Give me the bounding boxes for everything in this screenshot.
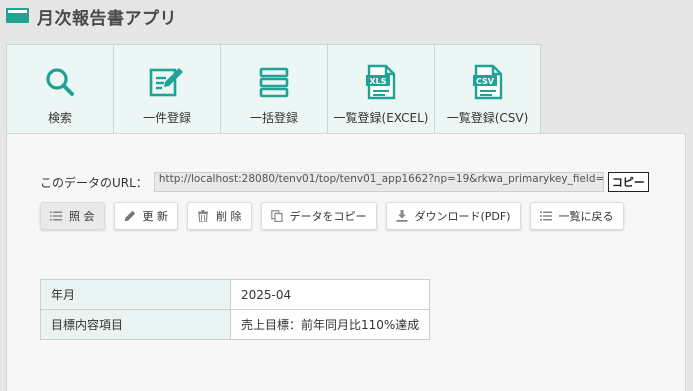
tab-single-register-label: 一件登録	[142, 111, 191, 125]
list-icon	[539, 210, 552, 222]
delete-button-label: 削 除	[216, 210, 242, 223]
copy-data-button-label: データをコピー	[289, 210, 367, 223]
tab-single-register[interactable]: 一件登録	[113, 44, 220, 134]
delete-button[interactable]: 削 除	[187, 202, 252, 230]
copy-url-button[interactable]: コピー	[607, 172, 649, 192]
tab-csv-register[interactable]: CSV 一覧登録(CSV)	[434, 44, 541, 134]
view-button[interactable]: 照 会	[40, 202, 105, 230]
url-field[interactable]: http://localhost:28080/tenv01/top/tenv01…	[153, 172, 604, 192]
url-label: このデータのURL：	[40, 175, 148, 190]
tab-bulk-register[interactable]: 一括登録	[220, 44, 327, 134]
view-button-label: 照 会	[69, 210, 95, 223]
tab-excel-register[interactable]: XLS 一覧登録(EXCEL)	[327, 44, 434, 134]
action-toolbar: 照 会 更 新 削 除 データをコピー ダウンロード(PDF) 一覧に戻る	[40, 202, 633, 230]
field-value: 2025-04	[229, 279, 431, 310]
tab-csv-register-label: 一覧登録(CSV)	[446, 111, 529, 125]
update-button[interactable]: 更 新	[113, 202, 178, 230]
record-detail-table: 年月 2025-04 目標内容項目 売上目標：前年同月比110%達成	[40, 279, 431, 340]
csv-badge: CSV	[476, 77, 495, 86]
app-logo-icon	[6, 8, 29, 23]
download-icon	[396, 210, 408, 222]
tab-excel-register-label: 一覧登録(EXCEL)	[333, 111, 429, 125]
edit-form-icon	[149, 64, 185, 100]
list-stack-icon	[256, 64, 292, 100]
trash-icon	[197, 210, 209, 222]
list-icon	[50, 210, 62, 222]
url-row: このデータのURL： http://localhost:28080/tenv01…	[40, 172, 649, 192]
csv-file-icon: CSV	[470, 64, 506, 100]
table-row: 年月 2025-04	[40, 279, 431, 310]
app-header: 月次報告書アプリ	[0, 0, 693, 34]
back-to-list-button-label: 一覧に戻る	[558, 210, 614, 223]
tab-search[interactable]: 検索	[6, 44, 113, 134]
field-label: 目標内容項目	[40, 309, 231, 340]
search-icon	[42, 64, 78, 100]
download-pdf-button-label: ダウンロード(PDF)	[414, 210, 511, 223]
table-row: 目標内容項目 売上目標：前年同月比110%達成	[40, 309, 431, 340]
tab-bulk-register-label: 一括登録	[249, 111, 298, 125]
detail-panel: このデータのURL： http://localhost:28080/tenv01…	[6, 133, 686, 391]
xls-badge: XLS	[369, 77, 386, 86]
tab-search-label: 検索	[47, 111, 72, 125]
app-title: 月次報告書アプリ	[37, 9, 177, 29]
xls-file-icon: XLS	[363, 64, 399, 100]
copy-icon	[270, 210, 283, 222]
field-value: 売上目標：前年同月比110%達成	[229, 309, 431, 340]
tab-strip: 検索 一件登録 一括登録 XLS 一覧登録(EXCEL) CSV 一覧登録(CS…	[6, 44, 541, 134]
field-label: 年月	[40, 279, 231, 310]
back-to-list-button[interactable]: 一覧に戻る	[529, 202, 624, 230]
copy-data-button[interactable]: データをコピー	[260, 202, 377, 230]
update-button-label: 更 新	[142, 210, 169, 223]
download-pdf-button[interactable]: ダウンロード(PDF)	[385, 202, 521, 230]
pencil-icon	[124, 210, 136, 222]
